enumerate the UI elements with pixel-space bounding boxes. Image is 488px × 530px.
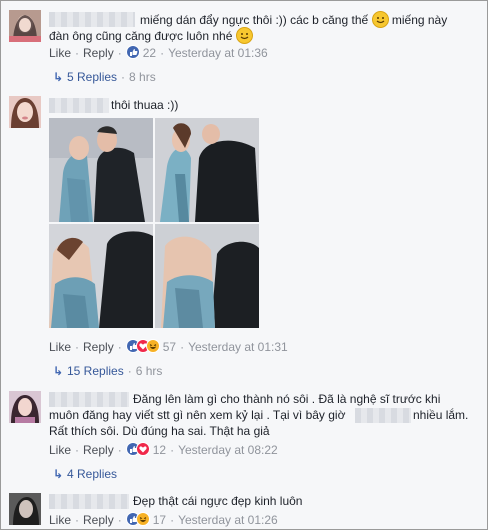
like-button[interactable]: Like [49, 443, 71, 457]
comment-thread: miếng dán đẩy ngực thôi :)) các b căng t… [0, 0, 488, 530]
photo-4[interactable] [155, 224, 259, 328]
photo-1[interactable] [49, 118, 153, 222]
reply-button[interactable]: Reply [83, 513, 114, 527]
haha-icon[interactable] [135, 512, 150, 526]
view-replies-link[interactable]: ↳ 4 Replies [53, 466, 117, 482]
comment-actions: Like · Reply · 12 · Yesterday at 08:22 [49, 442, 278, 457]
avatar[interactable] [9, 10, 41, 42]
comment-text: nhiều lắm. [413, 408, 469, 422]
commenter-name-redacted[interactable] [49, 494, 129, 509]
comment-text: thôi thuaa :)) [111, 98, 179, 112]
haha-icon[interactable] [145, 339, 160, 353]
reply-arrow-icon: ↳ [53, 467, 64, 481]
avatar[interactable] [9, 493, 41, 525]
reply-arrow-icon: ↳ [53, 364, 64, 378]
like-button[interactable]: Like [49, 340, 71, 354]
comment-text: Đẹp thật cái ngực đẹp kinh luôn [133, 494, 303, 508]
view-replies-link[interactable]: ↳ 5 Replies · 8 hrs [53, 69, 156, 85]
redacted-word [355, 408, 411, 423]
photo-2[interactable] [155, 118, 259, 222]
comment-timestamp[interactable]: Yesterday at 01:36 [168, 46, 268, 60]
avatar[interactable] [9, 96, 41, 128]
like-icon[interactable] [125, 45, 140, 59]
comment-text: Rất thích sôi. Dù đúng ha sai. Thật ha g… [49, 424, 270, 438]
like-button[interactable]: Like [49, 46, 71, 60]
comment-timestamp[interactable]: Yesterday at 01:26 [178, 513, 278, 527]
like-button[interactable]: Like [49, 513, 71, 527]
reaction-count[interactable]: 22 [143, 46, 156, 60]
comment-text: đàn ông cũng căng được luôn nhé [49, 27, 253, 45]
smile-emoji-icon [371, 11, 389, 28]
photo-collage[interactable] [49, 118, 259, 328]
reply-arrow-icon: ↳ [53, 70, 64, 84]
love-icon[interactable] [135, 442, 150, 456]
commenter-name-redacted[interactable] [49, 12, 135, 27]
reaction-count[interactable]: 17 [153, 513, 166, 527]
reply-button[interactable]: Reply [83, 443, 114, 457]
comment-timestamp[interactable]: Yesterday at 08:22 [178, 443, 278, 457]
reaction-count[interactable]: 12 [153, 443, 166, 457]
avatar[interactable] [9, 391, 41, 423]
comment-timestamp[interactable]: Yesterday at 01:31 [188, 340, 288, 354]
smile-emoji-icon [235, 27, 253, 44]
commenter-name-redacted[interactable] [49, 98, 109, 113]
comment-actions: Like · Reply · 57 · Yesterday at 01:31 [49, 339, 288, 354]
commenter-name-redacted[interactable] [49, 392, 129, 407]
comment-text: Đăng lên làm gì cho thành nó sôi . Đã là… [133, 392, 441, 406]
photo-3[interactable] [49, 224, 153, 328]
comment-actions: Like · Reply · 17 · Yesterday at 01:26 [49, 512, 278, 527]
reply-button[interactable]: Reply [83, 340, 114, 354]
reply-button[interactable]: Reply [83, 46, 114, 60]
reaction-count[interactable]: 57 [163, 340, 176, 354]
comment-text: muôn đăng hay viết stt gì nên xem kỷ lại… [49, 408, 346, 422]
comment-actions: Like · Reply · 22 · Yesterday at 01:36 [49, 45, 268, 60]
view-replies-link[interactable]: ↳ 15 Replies · 6 hrs [53, 363, 162, 379]
